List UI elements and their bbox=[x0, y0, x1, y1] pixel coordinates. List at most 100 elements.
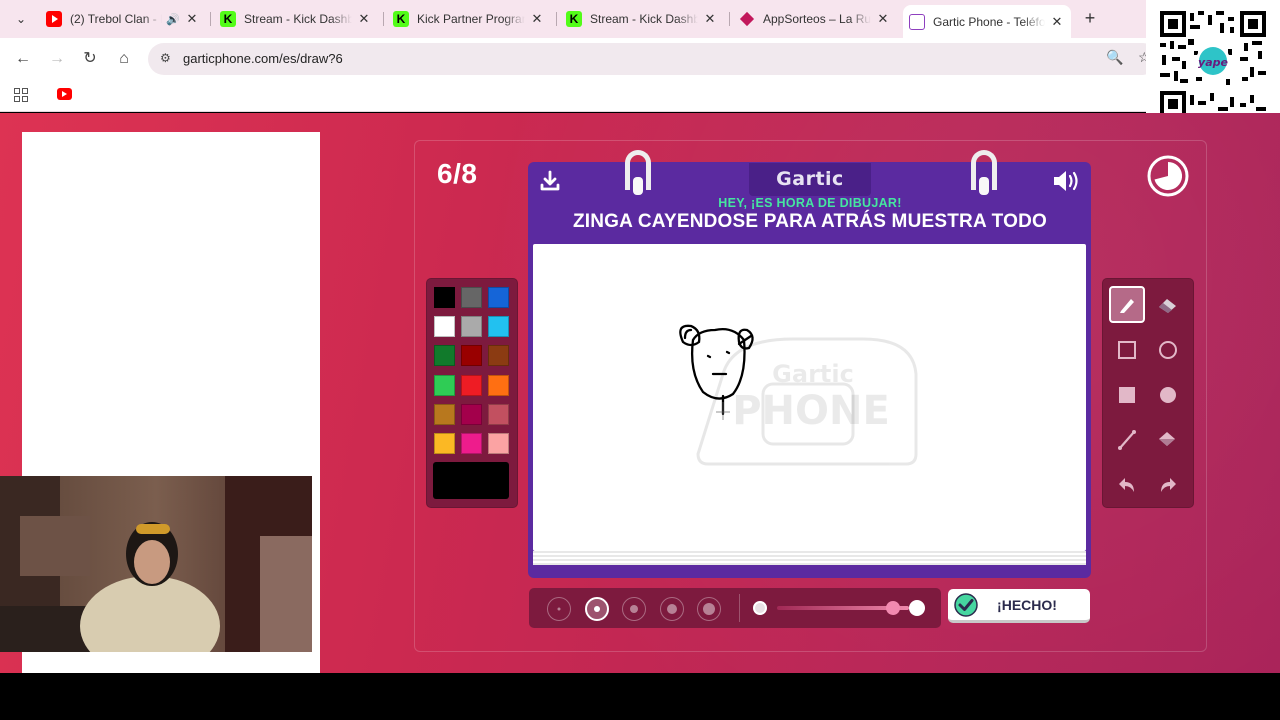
rectangle-fill-tool[interactable] bbox=[1109, 376, 1145, 413]
tab-appsorteos[interactable]: AppSorteos – La Rule ✕ bbox=[733, 5, 897, 33]
draw-subtitle: HEY, ¡ES HORA DE DIBUJAR! bbox=[718, 196, 902, 210]
appsorteos-icon bbox=[739, 11, 755, 27]
svg-text:yape: yape bbox=[1198, 56, 1228, 69]
color-swatch[interactable] bbox=[461, 433, 482, 454]
color-swatch[interactable] bbox=[488, 345, 509, 366]
reload-icon[interactable]: ↻ bbox=[79, 48, 101, 70]
fill-bucket-tool[interactable] bbox=[1150, 421, 1186, 458]
close-tab-icon[interactable]: ✕ bbox=[529, 11, 545, 27]
tab-title: Gartic Phone - Teléfo bbox=[933, 14, 1045, 29]
undo-tool[interactable] bbox=[1109, 466, 1145, 503]
opacity-min-dot bbox=[753, 601, 767, 615]
color-swatch[interactable] bbox=[434, 345, 455, 366]
color-swatch[interactable] bbox=[461, 287, 482, 308]
paint-bucket-icon bbox=[1159, 431, 1175, 446]
tab-gartic-phone[interactable]: Gartic Phone - Teléfo ✕ bbox=[903, 5, 1071, 38]
cursor-crosshair-icon bbox=[716, 402, 730, 420]
color-swatch[interactable] bbox=[461, 375, 482, 396]
timer-icon bbox=[1147, 155, 1189, 197]
rectangle-outline-tool[interactable] bbox=[1109, 331, 1145, 368]
tab-title: Kick Partner Program bbox=[417, 12, 525, 26]
drawing-canvas[interactable]: Gartic PHONE bbox=[533, 244, 1086, 551]
opacity-slider-knob[interactable] bbox=[886, 601, 900, 615]
brush-size-option[interactable] bbox=[547, 597, 571, 621]
brush-size-option[interactable] bbox=[584, 597, 609, 621]
tab-trebol-clan[interactable]: (2) Trebol Clan - E 🔊 ✕ bbox=[40, 5, 206, 33]
color-swatch[interactable] bbox=[434, 404, 455, 425]
color-swatch[interactable] bbox=[488, 404, 509, 425]
gartic-logo: Gartic bbox=[749, 163, 871, 196]
canvas-drawing: Gartic PHONE bbox=[679, 324, 918, 466]
ellipse-fill-tool[interactable] bbox=[1150, 376, 1186, 413]
speaker-icon[interactable]: 🔊 bbox=[166, 13, 180, 26]
home-icon[interactable]: ⌂ bbox=[113, 48, 135, 70]
ellipse-outline-icon bbox=[1159, 340, 1177, 359]
line-icon bbox=[1118, 429, 1136, 450]
close-tab-icon[interactable]: ✕ bbox=[702, 11, 718, 27]
ellipse-outline-tool[interactable] bbox=[1150, 331, 1186, 368]
redo-icon bbox=[1161, 477, 1176, 492]
site-settings-icon[interactable]: ⚙ bbox=[160, 51, 171, 65]
youtube-bookmark-icon[interactable] bbox=[57, 88, 72, 100]
close-tab-icon[interactable]: ✕ bbox=[184, 11, 200, 27]
eraser-tool[interactable] bbox=[1150, 286, 1186, 323]
new-tab-button[interactable]: + bbox=[1080, 8, 1100, 28]
color-swatch[interactable] bbox=[488, 287, 509, 308]
color-swatch[interactable] bbox=[434, 287, 455, 308]
pencil-tool[interactable] bbox=[1109, 286, 1145, 323]
tab-kick-dashboard-2[interactable]: K Stream - Kick Dashbo ✕ bbox=[560, 5, 724, 33]
controls-divider bbox=[739, 594, 740, 622]
binder-ring bbox=[625, 150, 651, 195]
color-swatch[interactable] bbox=[461, 316, 482, 337]
close-tab-icon[interactable]: ✕ bbox=[356, 11, 372, 27]
close-tab-icon[interactable]: ✕ bbox=[1049, 14, 1065, 30]
ellipse-fill-icon bbox=[1160, 386, 1176, 403]
url-text[interactable]: garticphone.com/es/draw?6 bbox=[183, 51, 343, 66]
notebook-pages-edge bbox=[533, 551, 1086, 565]
close-tab-icon[interactable]: ✕ bbox=[875, 11, 891, 27]
screen-bottom-band bbox=[0, 673, 1280, 720]
zoom-icon[interactable]: 🔍 bbox=[1106, 49, 1123, 66]
brush-size-option[interactable] bbox=[697, 597, 721, 621]
tab-kick-partner[interactable]: K Kick Partner Program ✕ bbox=[387, 5, 551, 33]
color-swatch[interactable] bbox=[488, 433, 509, 454]
sound-icon[interactable] bbox=[1052, 168, 1082, 194]
done-button[interactable]: ¡HECHO! bbox=[948, 589, 1090, 623]
tab-separator bbox=[210, 12, 211, 26]
browser-toolbar: ← → ↻ ⌂ ⚙ garticphone.com/es/draw?6 🔍 ☆ bbox=[0, 38, 1280, 80]
redo-tool[interactable] bbox=[1150, 466, 1186, 503]
tab-kick-dashboard-1[interactable]: K Stream - Kick Dashbo ✕ bbox=[214, 5, 378, 33]
download-icon[interactable] bbox=[539, 170, 561, 192]
bookmarks-bar bbox=[0, 80, 1280, 112]
opacity-max-dot bbox=[909, 600, 925, 616]
tab-strip: ⌄ (2) Trebol Clan - E 🔊 ✕ K Stream - Kic… bbox=[0, 0, 1280, 38]
webcam-overlay bbox=[0, 476, 312, 652]
brush-size-option[interactable] bbox=[622, 597, 646, 621]
forward-icon[interactable]: → bbox=[46, 48, 68, 70]
brush-size-dot-icon bbox=[703, 603, 715, 615]
tab-title: Stream - Kick Dashbo bbox=[590, 12, 698, 26]
color-swatch[interactable] bbox=[461, 345, 482, 366]
color-swatch[interactable] bbox=[488, 375, 509, 396]
pencil-icon bbox=[1120, 298, 1134, 313]
round-counter: 6/8 bbox=[437, 158, 478, 189]
color-swatch[interactable] bbox=[461, 404, 482, 425]
color-swatch[interactable] bbox=[434, 433, 455, 454]
watermark-line-1: Gartic bbox=[772, 360, 854, 388]
address-bar[interactable]: ⚙ garticphone.com/es/draw?6 🔍 ☆ bbox=[148, 43, 1158, 75]
apps-grid-icon[interactable] bbox=[14, 88, 28, 102]
checkmark-icon bbox=[954, 592, 978, 617]
color-swatch[interactable] bbox=[434, 375, 455, 396]
brush-size-dot-icon bbox=[630, 605, 638, 613]
drawing-prompt: ZINGA CAYENDOSE PARA ATRÁS MUESTRA TODO bbox=[572, 211, 1048, 232]
done-label: ¡HECHO! bbox=[997, 596, 1057, 613]
color-swatch[interactable] bbox=[434, 316, 455, 337]
watermark-line-2: PHONE bbox=[732, 388, 890, 434]
tab-title: AppSorteos – La Rule bbox=[763, 12, 871, 26]
tab-search-chevron-icon[interactable]: ⌄ bbox=[10, 9, 32, 29]
rectangle-fill-icon bbox=[1119, 386, 1135, 403]
line-tool[interactable] bbox=[1109, 421, 1145, 458]
brush-size-option[interactable] bbox=[659, 597, 684, 621]
back-icon[interactable]: ← bbox=[12, 48, 34, 70]
color-swatch[interactable] bbox=[488, 316, 509, 337]
